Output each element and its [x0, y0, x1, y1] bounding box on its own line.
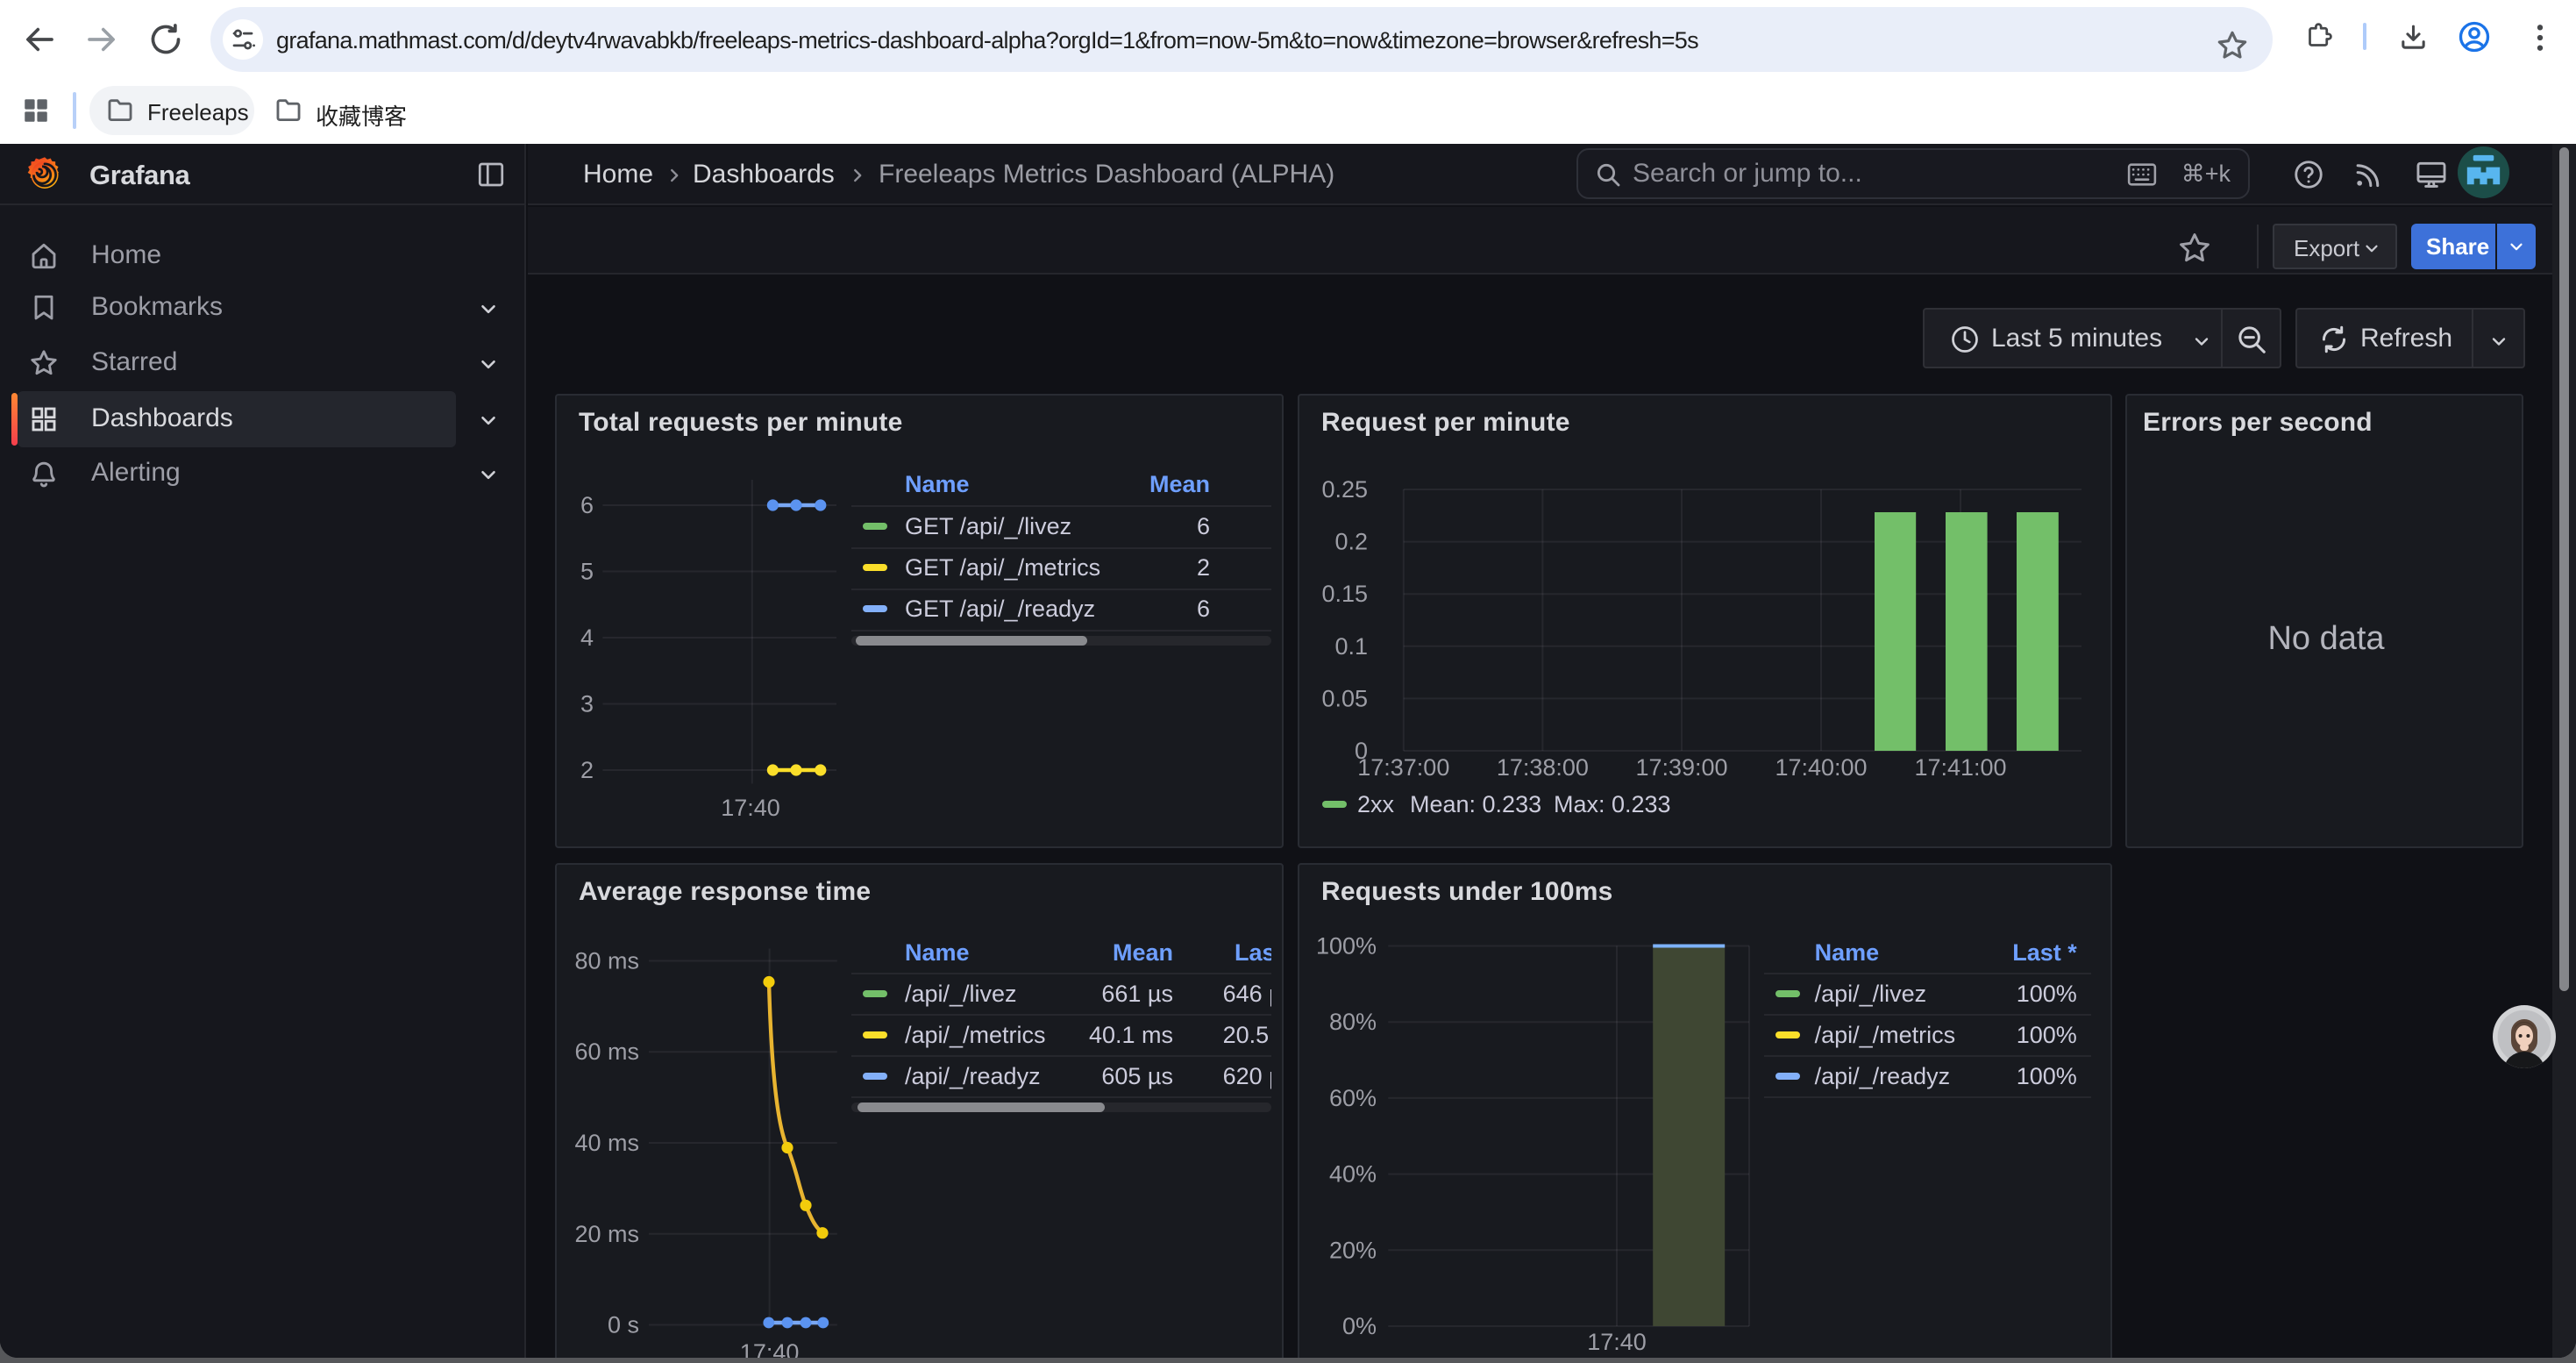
svg-text:0.2: 0.2: [1334, 529, 1368, 555]
svg-text:0 s: 0 s: [608, 1311, 639, 1338]
svg-text:17:40:00: 17:40:00: [1775, 754, 1867, 781]
svg-text:20 ms: 20 ms: [574, 1220, 639, 1246]
svg-text:60 ms: 60 ms: [574, 1038, 639, 1065]
svg-text:80 ms: 80 ms: [574, 947, 639, 974]
svg-text:17:40: 17:40: [1587, 1329, 1647, 1355]
svg-text:0.1: 0.1: [1334, 633, 1368, 660]
svg-text:40%: 40%: [1329, 1160, 1377, 1187]
svg-text:40 ms: 40 ms: [574, 1130, 639, 1156]
svg-text:6: 6: [580, 492, 594, 518]
svg-text:100%: 100%: [1316, 932, 1377, 959]
svg-text:80%: 80%: [1329, 1009, 1377, 1035]
svg-text:20%: 20%: [1329, 1237, 1377, 1263]
svg-text:17:40: 17:40: [721, 795, 780, 821]
svg-text:60%: 60%: [1329, 1084, 1377, 1110]
svg-text:0.25: 0.25: [1321, 476, 1368, 503]
svg-text:17:40: 17:40: [740, 1339, 800, 1359]
svg-text:17:37:00: 17:37:00: [1357, 754, 1449, 781]
svg-text:4: 4: [580, 624, 594, 651]
svg-text:3: 3: [580, 691, 594, 717]
svg-text:2: 2: [580, 757, 594, 783]
svg-text:0.15: 0.15: [1321, 581, 1368, 607]
svg-text:5: 5: [580, 559, 594, 585]
svg-text:17:41:00: 17:41:00: [1914, 754, 2006, 781]
svg-text:0%: 0%: [1342, 1313, 1377, 1339]
svg-text:17:38:00: 17:38:00: [1497, 754, 1589, 781]
svg-text:17:39:00: 17:39:00: [1635, 754, 1727, 781]
svg-text:0.05: 0.05: [1321, 685, 1368, 711]
